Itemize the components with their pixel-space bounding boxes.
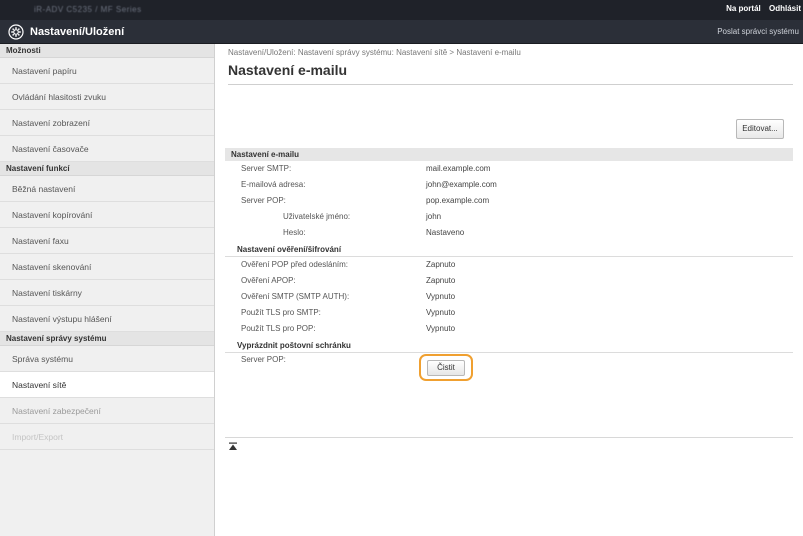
setting-row: Ověření SMTP (SMTP AUTH): Vypnuto [225, 289, 793, 305]
sidebar-item-display-settings[interactable]: Nastavení zobrazení [0, 110, 214, 136]
sidebar-item-volume-control[interactable]: Ovládání hlasitosti zvuku [0, 84, 214, 110]
setting-label: E-mailová adresa: [241, 180, 306, 189]
setting-value: pop.example.com [426, 196, 490, 205]
main-content: Nastavení/Uložení: Nastavení správy syst… [215, 44, 803, 536]
setting-value: Vypnuto [426, 292, 456, 301]
setting-value: john@example.com [426, 180, 497, 189]
back-to-top-icon[interactable] [228, 442, 238, 452]
sidebar-item-system-management[interactable]: Správa systému [0, 346, 214, 372]
setting-value: Vypnuto [426, 324, 456, 333]
sidebar-item-import-export[interactable]: Import/Export [0, 424, 214, 450]
setting-value: Zapnuto [426, 260, 456, 269]
setting-value: mail.example.com [426, 164, 491, 173]
setting-label: Server SMTP: [241, 164, 292, 173]
setting-label: Použít TLS pro SMTP: [241, 308, 321, 317]
setting-row: Ověření POP před odesláním: Zapnuto [225, 257, 793, 273]
sidebar-item-security-settings[interactable]: Nastavení zabezpečení [0, 398, 214, 424]
top-links: Na portál Odhlásit [720, 4, 801, 13]
setting-label: Server POP: [241, 196, 286, 205]
setting-value: Nastaveno [426, 228, 465, 237]
portal-link[interactable]: Na portál [726, 4, 761, 13]
sidebar-item-report-output[interactable]: Nastavení výstupu hlášení [0, 306, 214, 332]
sidebar-item-printer-settings[interactable]: Nastavení tiskárny [0, 280, 214, 306]
sidebar: Možnosti Nastavení papíru Ovládání hlasi… [0, 44, 215, 536]
clear-button[interactable]: Čistit [427, 360, 465, 376]
top-bar: iR-ADV C5235 / MF Series Na portál Odhlá… [0, 0, 803, 20]
sidebar-item-common-settings[interactable]: Běžná nastavení [0, 176, 214, 202]
divider [225, 437, 793, 438]
section-header: Nastavení e-mailu [225, 148, 793, 161]
setting-label: Server POP: [241, 355, 286, 364]
setting-label: Použít TLS pro POP: [241, 324, 316, 333]
setting-row: Heslo: Nastaveno [225, 225, 793, 241]
setting-label: Ověření APOP: [241, 276, 296, 285]
sidebar-group-header: Nastavení funkcí [0, 162, 214, 176]
sidebar-item-network-settings[interactable]: Nastavení sítě [0, 372, 214, 398]
setting-row: Použít TLS pro SMTP: Vypnuto [225, 305, 793, 321]
setting-row: Použít TLS pro POP: Vypnuto [225, 321, 793, 337]
breadcrumb: Nastavení/Uložení: Nastavení správy syst… [228, 48, 521, 57]
divider [228, 84, 793, 85]
email-settings-section: Nastavení e-mailu Server SMTP: mail.exam… [225, 148, 793, 381]
sidebar-item-copy-settings[interactable]: Nastavení kopírování [0, 202, 214, 228]
edit-button[interactable]: Editovat... [736, 119, 784, 139]
clear-button-highlight: Čistit [419, 354, 473, 381]
send-to-sys-manager-link[interactable]: Poslat správci systému [717, 27, 799, 36]
setting-label: Ověření SMTP (SMTP AUTH): [241, 292, 350, 301]
setting-row: Server SMTP: mail.example.com [225, 161, 793, 177]
logout-link[interactable]: Odhlásit [769, 4, 801, 13]
subsection-header-mailbox: Vyprázdnit poštovní schránku [225, 339, 793, 353]
setting-value: Zapnuto [426, 276, 456, 285]
setting-row: Uživatelské jméno: john [225, 209, 793, 225]
mailbox-row: Server POP: Čistit [225, 353, 793, 381]
setting-row: Ověření APOP: Zapnuto [225, 273, 793, 289]
sidebar-item-fax-settings[interactable]: Nastavení faxu [0, 228, 214, 254]
sidebar-group-header: Možnosti [0, 44, 214, 58]
setting-value: john [426, 212, 442, 221]
sidebar-item-scan-settings[interactable]: Nastavení skenování [0, 254, 214, 280]
gear-icon [8, 24, 24, 40]
setting-label: Uživatelské jméno: [283, 212, 351, 221]
app-title: Nastavení/Uložení [30, 26, 125, 38]
sidebar-group-header: Nastavení správy systému [0, 332, 214, 346]
sidebar-item-paper-settings[interactable]: Nastavení papíru [0, 58, 214, 84]
setting-row: E-mailová adresa: john@example.com [225, 177, 793, 193]
device-name: iR-ADV C5235 / MF Series [34, 5, 142, 14]
setting-label: Heslo: [283, 228, 306, 237]
setting-value: Vypnuto [426, 308, 456, 317]
title-bar: Nastavení/Uložení Poslat správci systému [0, 20, 803, 44]
page-title: Nastavení e-mailu [228, 62, 348, 78]
subsection-header-auth: Nastavení ověření/šifrování [225, 243, 793, 257]
sidebar-item-timer-settings[interactable]: Nastavení časovače [0, 136, 214, 162]
setting-row: Server POP: pop.example.com [225, 193, 793, 209]
setting-label: Ověření POP před odesláním: [241, 260, 349, 269]
